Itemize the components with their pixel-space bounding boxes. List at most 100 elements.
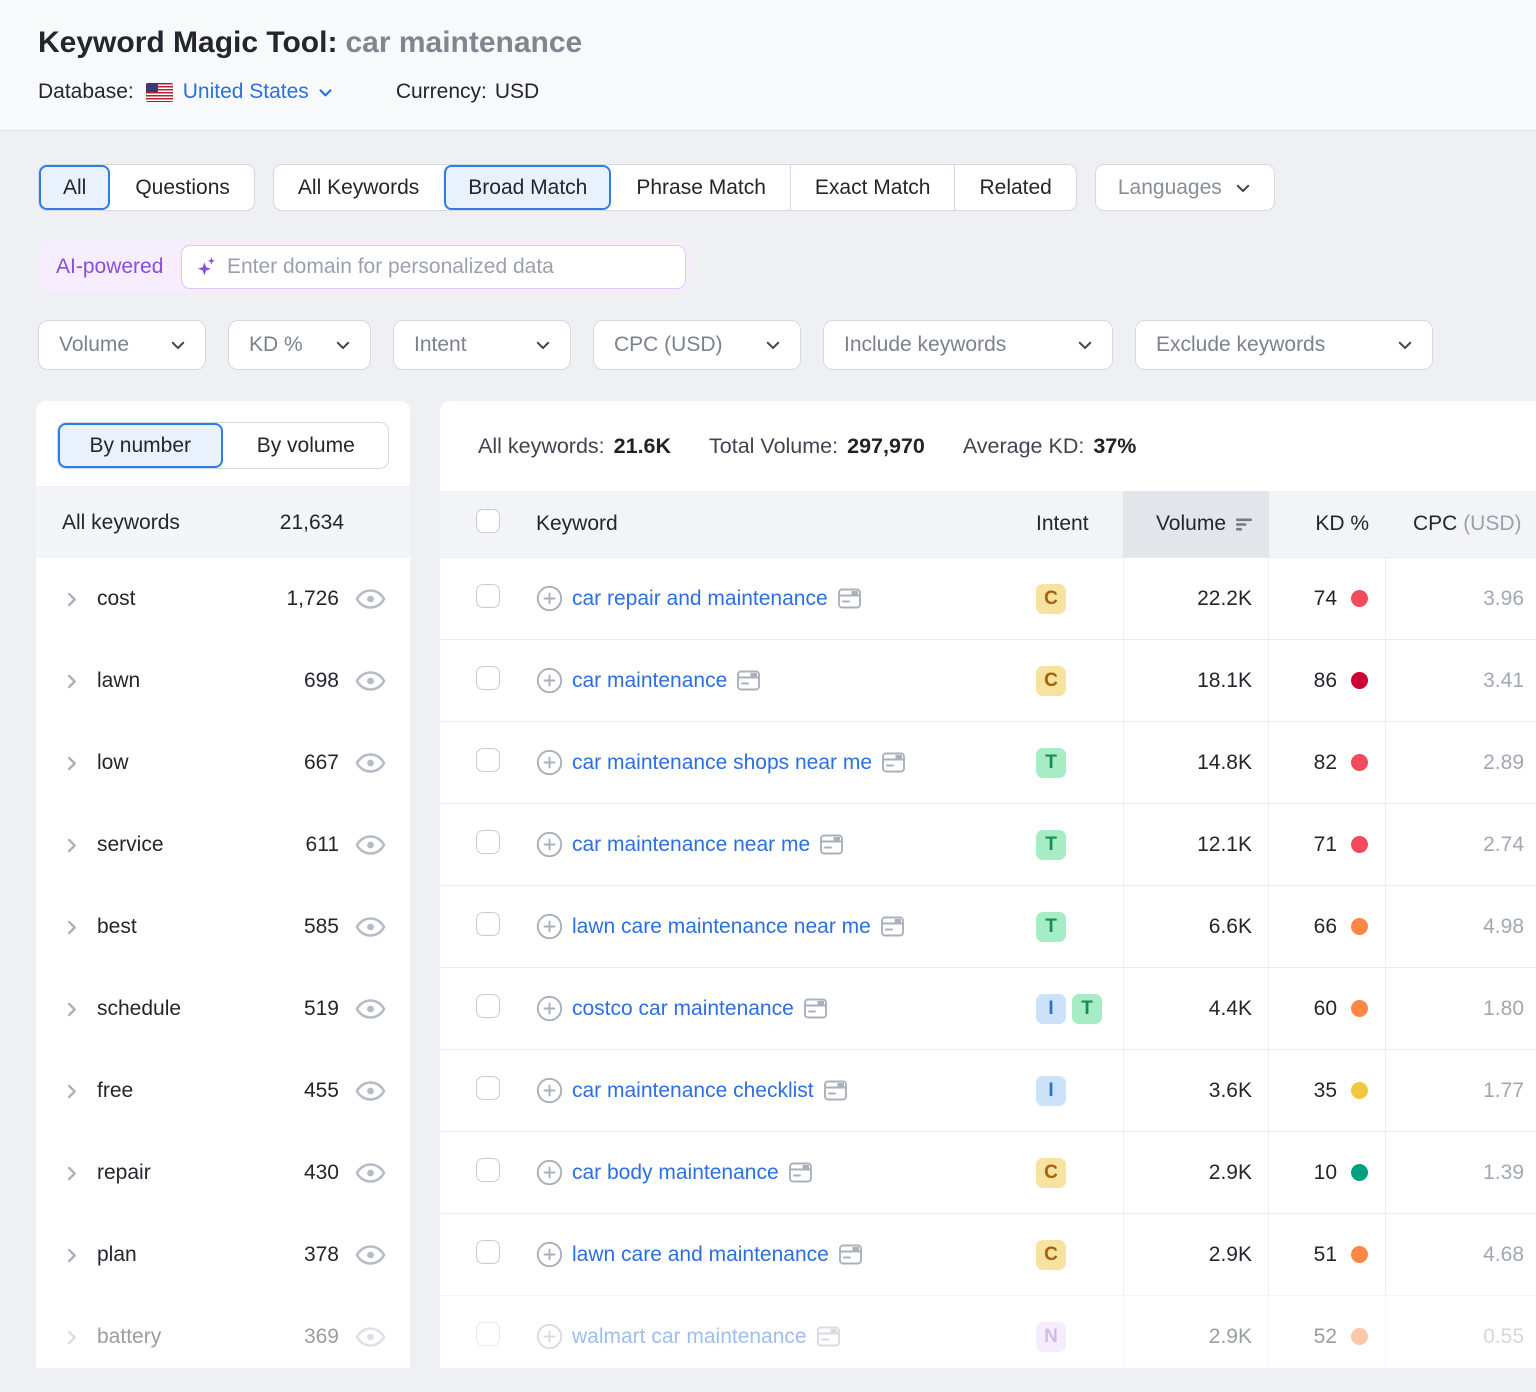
volume-value: 2.9K	[1123, 1296, 1269, 1368]
plus-circle-icon[interactable]	[536, 831, 563, 858]
filter-intent[interactable]: Intent	[393, 320, 571, 370]
keyword-group-item[interactable]: free 455	[36, 1050, 410, 1132]
kd-value: 66	[1313, 914, 1337, 938]
eye-icon[interactable]	[355, 998, 386, 1020]
table-body: car repair and maintenance C 22.2K 74 3.…	[440, 557, 1536, 1368]
plus-circle-icon[interactable]	[536, 1159, 563, 1186]
serp-features-icon[interactable]	[803, 996, 828, 1021]
toggle-by-number[interactable]: By number	[58, 423, 223, 468]
keyword-group-item[interactable]: battery 369	[36, 1296, 410, 1368]
volume-value: 6.6K	[1123, 886, 1269, 967]
eye-icon[interactable]	[355, 670, 386, 692]
keyword-group-item[interactable]: best 585	[36, 886, 410, 968]
keyword-group-item[interactable]: plan 378	[36, 1214, 410, 1296]
eye-icon[interactable]	[355, 1162, 386, 1184]
languages-dropdown[interactable]: Languages	[1094, 164, 1275, 211]
row-checkbox[interactable]	[476, 583, 500, 608]
eye-icon[interactable]	[355, 916, 386, 938]
keyword-link[interactable]: lawn care maintenance near me	[572, 915, 871, 939]
row-checkbox[interactable]	[476, 747, 500, 772]
tab-all-keywords[interactable]: All Keywords	[274, 165, 443, 210]
keyword-group-item[interactable]: cost 1,726	[36, 558, 410, 640]
row-checkbox[interactable]	[476, 665, 500, 690]
tab-phrase-match[interactable]: Phrase Match	[611, 165, 790, 210]
keywords-table-panel: All keywords: 21.6K Total Volume: 297,970 …	[440, 401, 1536, 1368]
filter-exclude-keywords[interactable]: Exclude keywords	[1135, 320, 1433, 370]
serp-features-icon[interactable]	[736, 668, 761, 693]
plus-circle-icon[interactable]	[536, 1077, 563, 1104]
tab-related[interactable]: Related	[954, 165, 1075, 210]
tab-all[interactable]: All	[39, 165, 111, 210]
serp-features-icon[interactable]	[819, 832, 844, 857]
intent-badge-t: T	[1036, 747, 1066, 778]
eye-icon[interactable]	[355, 588, 386, 610]
eye-icon[interactable]	[355, 1326, 386, 1348]
domain-input[interactable]	[226, 255, 672, 279]
tab-questions[interactable]: Questions	[110, 165, 254, 210]
filter-volume[interactable]: Volume	[38, 320, 206, 370]
match-tab-group: All Keywords Broad Match Phrase Match Ex…	[272, 164, 1077, 211]
keyword-link[interactable]: costco car maintenance	[572, 997, 794, 1021]
database-selector[interactable]: United States	[183, 80, 334, 104]
plus-circle-icon[interactable]	[536, 913, 563, 940]
plus-circle-icon[interactable]	[536, 995, 563, 1022]
chevron-right-icon	[67, 838, 76, 852]
table-row: car maintenance near me T 12.1K 71 2.74	[440, 803, 1536, 885]
keyword-link[interactable]: car repair and maintenance	[572, 587, 828, 611]
toggle-by-volume[interactable]: By volume	[223, 423, 389, 468]
serp-features-icon[interactable]	[788, 1160, 813, 1185]
keyword-group-item[interactable]: lawn 698	[36, 640, 410, 722]
row-checkbox[interactable]	[476, 1321, 500, 1346]
plus-circle-icon[interactable]	[536, 585, 563, 612]
tab-broad-match[interactable]: Broad Match	[443, 165, 612, 210]
row-checkbox[interactable]	[476, 993, 500, 1018]
keyword-link[interactable]: walmart car maintenance	[572, 1325, 807, 1349]
table-row: car maintenance shops near me T 14.8K 82…	[440, 721, 1536, 803]
keyword-group-item[interactable]: schedule 519	[36, 968, 410, 1050]
eye-icon[interactable]	[355, 752, 386, 774]
row-checkbox[interactable]	[476, 911, 500, 936]
chevron-right-icon	[67, 674, 76, 688]
row-checkbox[interactable]	[476, 1157, 500, 1182]
filter-kd[interactable]: KD %	[228, 320, 371, 370]
group-sort-toggle: By number By volume	[57, 422, 389, 469]
intent-badge-c: C	[1036, 1157, 1066, 1188]
eye-icon[interactable]	[355, 1080, 386, 1102]
serp-features-icon[interactable]	[880, 914, 905, 939]
serp-features-icon[interactable]	[838, 1242, 863, 1267]
tab-exact-match[interactable]: Exact Match	[789, 165, 955, 210]
keyword-link[interactable]: car maintenance shops near me	[572, 751, 872, 775]
keyword-group-item[interactable]: low 667	[36, 722, 410, 804]
serp-features-icon[interactable]	[823, 1078, 848, 1103]
keyword-group-item[interactable]: repair 430	[36, 1132, 410, 1214]
row-checkbox[interactable]	[476, 1075, 500, 1100]
row-checkbox[interactable]	[476, 1239, 500, 1264]
keyword-link[interactable]: car body maintenance	[572, 1161, 779, 1185]
plus-circle-icon[interactable]	[536, 1323, 563, 1350]
stat-total-volume-label: Total Volume:	[709, 433, 839, 458]
serp-features-icon[interactable]	[837, 586, 862, 611]
all-keywords-summary[interactable]: All keywords 21,634	[36, 486, 410, 558]
keyword-link[interactable]: car maintenance near me	[572, 833, 810, 857]
kd-value: 10	[1313, 1160, 1337, 1184]
row-checkbox[interactable]	[476, 829, 500, 854]
select-all-checkbox[interactable]	[476, 509, 500, 533]
keyword-link[interactable]: lawn care and maintenance	[572, 1243, 829, 1267]
keyword-link[interactable]: car maintenance checklist	[572, 1079, 814, 1103]
keyword-link[interactable]: car maintenance	[572, 669, 727, 693]
filter-include-keywords[interactable]: Include keywords	[823, 320, 1113, 370]
filter-cpc[interactable]: CPC (USD)	[593, 320, 801, 370]
eye-icon[interactable]	[355, 834, 386, 856]
group-label: battery	[97, 1325, 162, 1348]
plus-circle-icon[interactable]	[536, 667, 563, 694]
plus-circle-icon[interactable]	[536, 1241, 563, 1268]
kd-value: 74	[1313, 586, 1337, 610]
chevron-right-icon	[67, 1002, 76, 1016]
plus-circle-icon[interactable]	[536, 749, 563, 776]
table-row: walmart car maintenance N 2.9K 52 0.55	[440, 1295, 1536, 1368]
eye-icon[interactable]	[355, 1244, 386, 1266]
keyword-group-item[interactable]: service 611	[36, 804, 410, 886]
serp-features-icon[interactable]	[816, 1324, 841, 1349]
serp-features-icon[interactable]	[881, 750, 906, 775]
column-volume[interactable]: Volume	[1123, 491, 1269, 557]
